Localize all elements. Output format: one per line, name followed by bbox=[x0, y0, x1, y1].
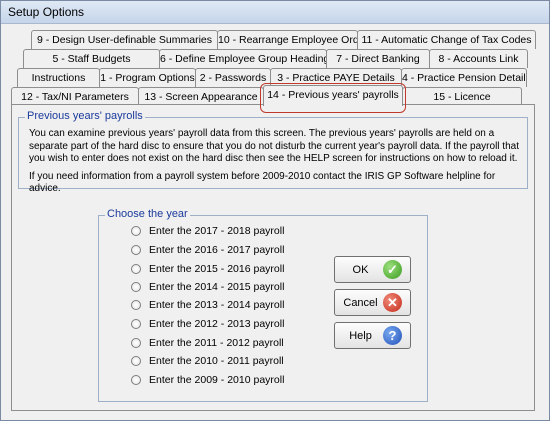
x-icon: ✕ bbox=[383, 293, 402, 312]
choose-year-group-label: Choose the year bbox=[105, 208, 190, 220]
tab-panel: Previous years' payrolls You can examine… bbox=[11, 104, 535, 411]
tab-previous-years-payrolls[interactable]: 14 - Previous years' payrolls bbox=[263, 85, 403, 106]
previous-payrolls-group: Previous years' payrolls You can examine… bbox=[18, 110, 528, 194]
ok-button[interactable]: OK ✓ bbox=[334, 256, 411, 283]
check-icon: ✓ bbox=[383, 260, 402, 279]
tab-program-options[interactable]: 1 - Program Options bbox=[99, 68, 196, 87]
help-button[interactable]: Help ? bbox=[334, 322, 411, 349]
year-option-2014-2015[interactable]: Enter the 2014 - 2015 payroll bbox=[131, 279, 284, 295]
year-option-2011-2012[interactable]: Enter the 2011 - 2012 payroll bbox=[131, 335, 284, 351]
radio-button[interactable] bbox=[131, 264, 141, 274]
tab-passwords[interactable]: 2 - Passwords bbox=[195, 68, 271, 87]
tab-automatic-change-tax-codes[interactable]: 11 - Automatic Change of Tax Codes bbox=[357, 30, 536, 49]
year-option-2017-2018[interactable]: Enter the 2017 - 2018 payroll bbox=[131, 223, 284, 239]
tab-staff-budgets[interactable]: 5 - Staff Budgets bbox=[23, 49, 160, 68]
radio-button[interactable] bbox=[131, 300, 141, 310]
year-option-2010-2011[interactable]: Enter the 2010 - 2011 payroll bbox=[131, 353, 284, 369]
radio-button[interactable] bbox=[131, 226, 141, 236]
cancel-button[interactable]: Cancel ✕ bbox=[334, 289, 411, 316]
helpline-paragraph: If you need information from a payroll s… bbox=[29, 170, 496, 195]
tab-direct-banking[interactable]: 7 - Direct Banking bbox=[326, 49, 430, 68]
window-title: Setup Options bbox=[8, 5, 85, 19]
tab-rearrange-employee-order[interactable]: 10 - Rearrange Employee Order bbox=[217, 30, 358, 49]
year-option-2009-2010[interactable]: Enter the 2009 - 2010 payroll bbox=[131, 372, 284, 388]
radio-button[interactable] bbox=[131, 319, 141, 329]
tab-practice-pension-details[interactable]: 4 - Practice Pension Details bbox=[401, 68, 527, 87]
previous-payrolls-group-label: Previous years' payrolls bbox=[25, 110, 145, 122]
radio-button[interactable] bbox=[131, 245, 141, 255]
radio-button[interactable] bbox=[131, 375, 141, 385]
year-option-2013-2014[interactable]: Enter the 2013 - 2014 payroll bbox=[131, 297, 284, 313]
year-radio-list: Enter the 2017 - 2018 payroll Enter the … bbox=[131, 223, 301, 393]
tab-define-employee-group-headings[interactable]: 6 - Define Employee Group Headings bbox=[159, 49, 327, 68]
year-option-2015-2016[interactable]: Enter the 2015 - 2016 payroll bbox=[131, 261, 284, 277]
setup-options-window: Setup Options 9 - Design User-definable … bbox=[0, 0, 550, 421]
info-paragraph: You can examine previous years' payroll … bbox=[29, 128, 519, 164]
year-option-2012-2013[interactable]: Enter the 2012 - 2013 payroll bbox=[131, 316, 284, 332]
question-icon: ? bbox=[383, 326, 402, 345]
tab-design-summaries[interactable]: 9 - Design User-definable Summaries bbox=[31, 30, 218, 49]
tab-instructions[interactable]: Instructions bbox=[17, 68, 100, 87]
choose-year-group: Choose the year Enter the 2017 - 2018 pa… bbox=[98, 208, 428, 402]
radio-button[interactable] bbox=[131, 356, 141, 366]
radio-button[interactable] bbox=[131, 282, 141, 292]
tab-accounts-link[interactable]: 8 - Accounts Link bbox=[429, 49, 528, 68]
title-bar: Setup Options bbox=[1, 1, 549, 24]
year-option-2016-2017[interactable]: Enter the 2016 - 2017 payroll bbox=[131, 242, 284, 258]
radio-button[interactable] bbox=[131, 338, 141, 348]
